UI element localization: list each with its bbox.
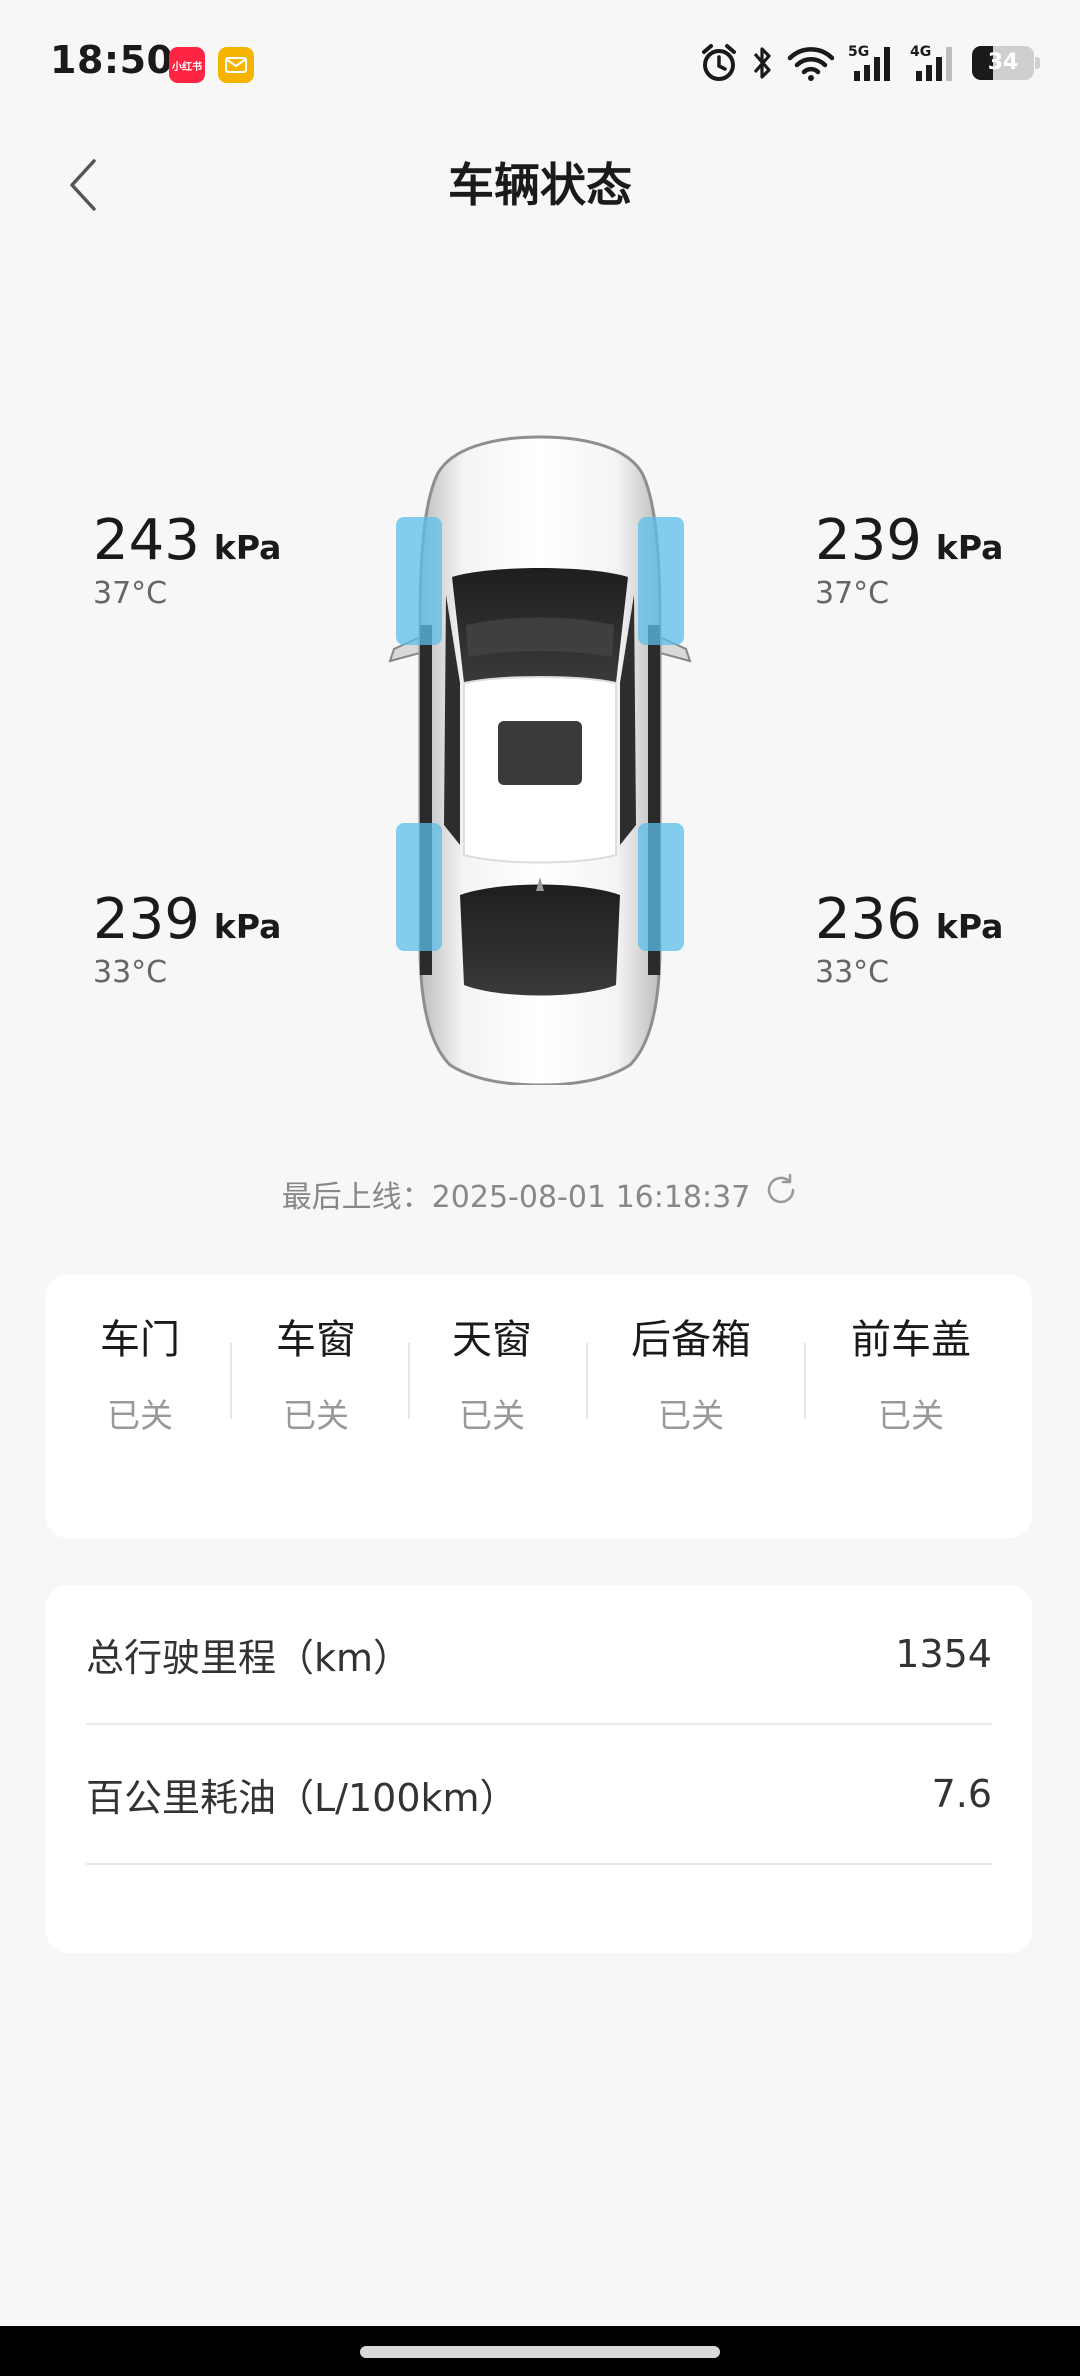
status-hood[interactable]: 前车盖 已关 [846, 1315, 976, 1437]
tire-highlight-front-left [396, 517, 442, 645]
tire-front-right: 239 kPa 37°C [815, 508, 1075, 611]
tire-highlight-rear-right [638, 823, 684, 951]
last-online: 最后上线：2025-08-01 16:18:37 [0, 1172, 1080, 1216]
svg-text:5G: 5G [848, 44, 869, 60]
tire-pressure-value: 243 [93, 508, 200, 573]
stat-row-fuel-consumption: 百公里耗油（L/100km） 7.6 [86, 1725, 992, 1865]
tire-temperature: 33°C [93, 955, 168, 990]
status-value: 已关 [658, 1396, 724, 1435]
rear-window [460, 884, 620, 996]
status-value: 已关 [107, 1396, 173, 1435]
battery-icon: 34 [972, 46, 1040, 80]
tire-temperature: 33°C [815, 955, 890, 990]
car-top-view-illustration [388, 435, 692, 1085]
tire-highlight-front-right [638, 517, 684, 645]
tire-temperature: 37°C [93, 576, 168, 611]
status-door[interactable]: 车门 已关 [96, 1315, 184, 1437]
divider [230, 1343, 232, 1419]
xiaohongshu-app-icon: 小红书 [169, 47, 205, 83]
home-indicator[interactable] [360, 2346, 720, 2358]
status-sunroof[interactable]: 天窗 已关 [448, 1315, 536, 1437]
status-label: 车门 [100, 1317, 180, 1363]
status-label: 前车盖 [851, 1317, 971, 1363]
tire-pressure-unit: kPa [935, 907, 1004, 946]
stat-value: 7.6 [931, 1772, 992, 1816]
tire-pressure-unit: kPa [935, 528, 1004, 567]
tire-pressure-unit: kPa [213, 528, 282, 567]
status-value: 已关 [283, 1396, 349, 1435]
xiaohongshu-app-label: 小红书 [172, 61, 202, 73]
alarm-icon [700, 43, 738, 83]
status-trunk[interactable]: 后备箱 已关 [626, 1315, 756, 1437]
divider [586, 1343, 588, 1419]
system-nav-bar [0, 2326, 1080, 2376]
tire-pressure-value: 239 [815, 508, 922, 573]
status-label: 车窗 [276, 1317, 356, 1363]
battery-level: 34 [987, 50, 1019, 75]
status-label: 天窗 [452, 1317, 532, 1363]
status-value: 已关 [459, 1396, 525, 1435]
4g-signal-icon: 4G [910, 43, 960, 83]
status-time: 18:50 [50, 38, 174, 82]
status-label: 后备箱 [631, 1317, 751, 1363]
divider [804, 1343, 806, 1419]
refresh-icon [768, 1173, 795, 1204]
status-bar: 18:50 小红书 5G 4G 34 [0, 0, 1080, 130]
tire-pressure-unit: kPa [213, 907, 282, 946]
status-icons: 5G 4G 34 [700, 40, 1040, 86]
tire-front-left: 243 kPa 37°C [93, 508, 353, 611]
stat-row-total-mileage: 总行驶里程（km） 1354 [86, 1585, 992, 1725]
tire-rear-right: 236 kPa 33°C [815, 887, 1075, 990]
stat-label: 总行驶里程（km） [86, 1635, 412, 1680]
body-status-card: 车门 已关 车窗 已关 天窗 已关 后备箱 已关 前车盖 已关 [46, 1275, 1032, 1538]
tire-pressure-value: 236 [815, 887, 922, 952]
status-window[interactable]: 车窗 已关 [272, 1315, 360, 1437]
stat-value: 1354 [895, 1632, 992, 1676]
bluetooth-icon [750, 44, 774, 82]
page-title: 车辆状态 [448, 158, 632, 212]
last-online-text: 最后上线：2025-08-01 16:18:37 [281, 1180, 751, 1215]
wifi-icon [786, 44, 836, 82]
5g-signal-icon: 5G [848, 43, 898, 83]
vehicle-stats-card: 总行驶里程（km） 1354 百公里耗油（L/100km） 7.6 [46, 1585, 1032, 1953]
tire-temperature: 37°C [815, 576, 890, 611]
tire-rear-left: 239 kPa 33°C [93, 887, 353, 990]
mail-icon [218, 47, 254, 83]
refresh-button[interactable] [764, 1173, 798, 1215]
sunroof [498, 721, 582, 785]
divider [408, 1343, 410, 1419]
tire-pressure-value: 239 [93, 887, 200, 952]
status-value: 已关 [878, 1396, 944, 1435]
stat-label: 百公里耗油（L/100km） [86, 1775, 518, 1820]
tire-highlight-rear-left [396, 823, 442, 951]
svg-text:4G: 4G [910, 44, 931, 60]
